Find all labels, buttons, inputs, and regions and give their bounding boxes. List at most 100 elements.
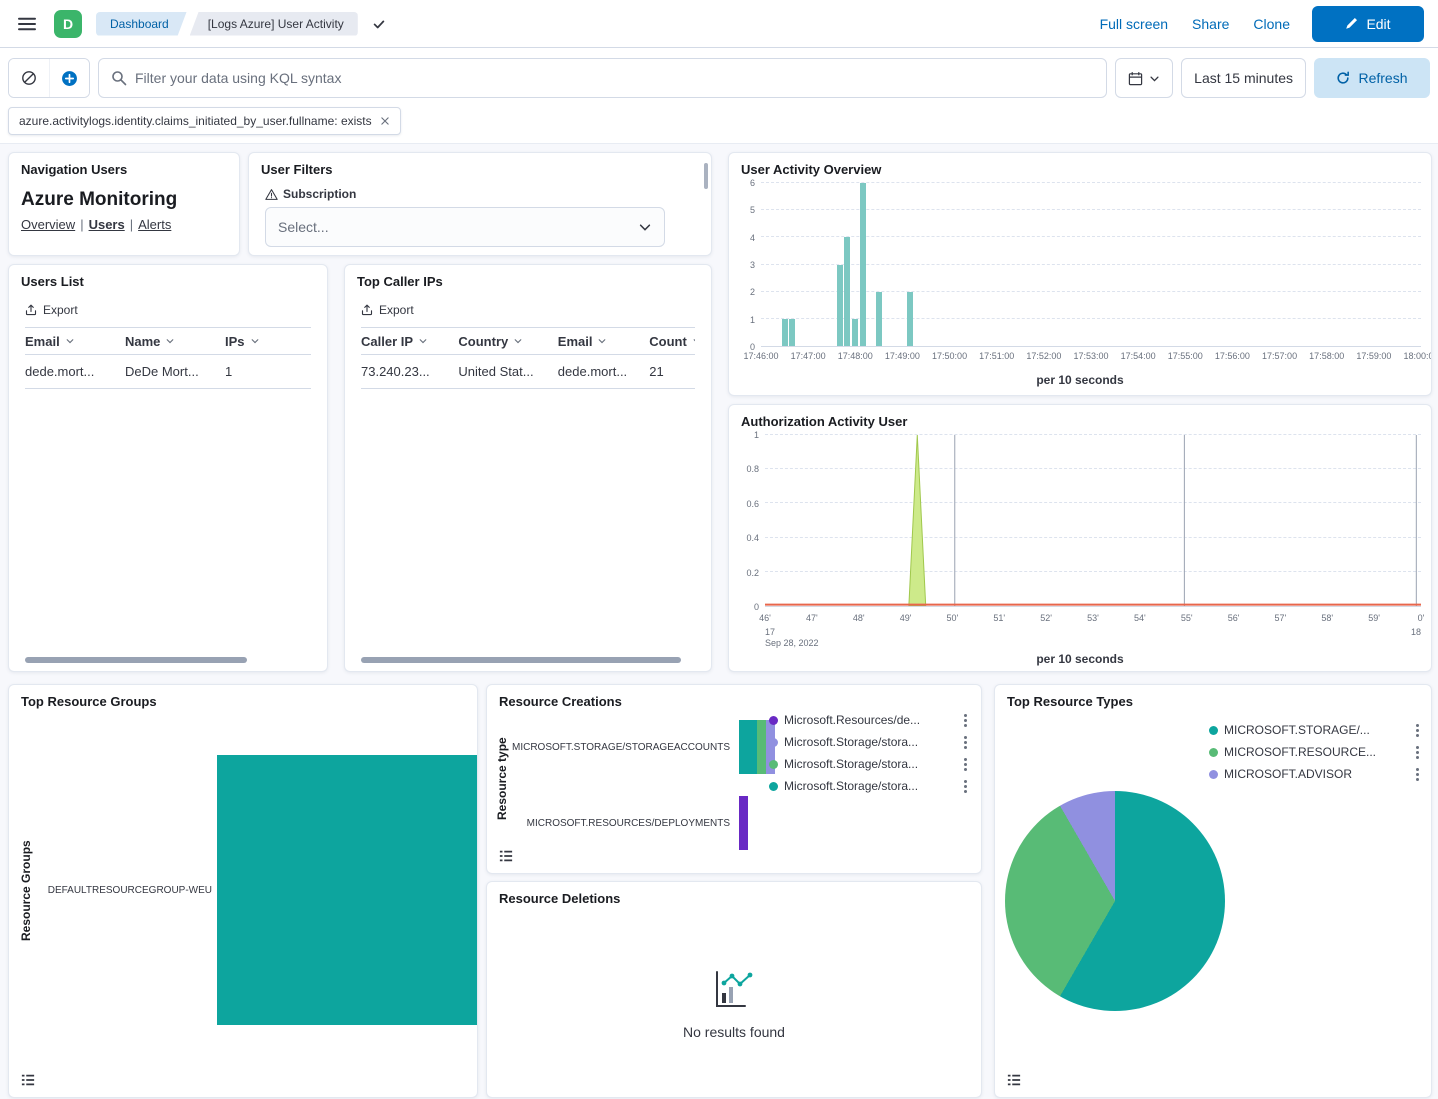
legend-toggle-button[interactable]: [497, 847, 515, 865]
trt-legend: MICROSOFT.STORAGE/...MICROSOFT.RESOURCE.…: [1209, 719, 1419, 785]
legend-options-icon[interactable]: [1416, 724, 1419, 737]
bar-segment[interactable]: [757, 720, 766, 774]
panel-authorization-activity: Authorization Activity User 00.20.40.60.…: [728, 404, 1432, 672]
legend-options-icon[interactable]: [964, 758, 967, 771]
bar-17:48:00[interactable]: [852, 319, 858, 346]
full-screen-link[interactable]: Full screen: [1100, 16, 1168, 32]
filter-pill[interactable]: azure.activitylogs.identity.claims_initi…: [8, 107, 401, 135]
navigation-links: Overview|Users|Alerts: [21, 217, 227, 232]
legend-options-icon[interactable]: [964, 780, 967, 793]
saved-check-icon: [372, 17, 386, 31]
x-axis-tick: 52': [1040, 613, 1052, 623]
bar-segment[interactable]: [739, 796, 748, 850]
bar-segment[interactable]: [739, 720, 757, 774]
y-axis-label: Resource Groups: [19, 725, 33, 1057]
area-spike[interactable]: [909, 435, 926, 606]
column-header-caller-ip[interactable]: Caller IP: [361, 334, 458, 349]
bar-17:47:50[interactable]: [844, 237, 850, 346]
legend-item[interactable]: MICROSOFT.RESOURCE...: [1209, 741, 1419, 763]
breadcrumb-current-dashboard[interactable]: [Logs Azure] User Activity: [190, 12, 358, 36]
bar-17:48:10[interactable]: [860, 183, 866, 346]
column-header-ips[interactable]: IPs: [225, 334, 311, 349]
close-icon[interactable]: [380, 116, 390, 126]
panel-top-resource-types: Top Resource Types MICROSOFT.STORAGE/...…: [994, 684, 1432, 1098]
x-axis-tick: 55': [1181, 613, 1193, 623]
category-label: DEFAULTRESOURCEGROUP-WEU: [37, 885, 217, 896]
add-filter-button[interactable]: [49, 59, 89, 97]
legend-options-icon[interactable]: [964, 714, 967, 727]
stacked-bar: [739, 796, 748, 850]
column-header-email[interactable]: Email: [558, 334, 649, 349]
share-link[interactable]: Share: [1192, 16, 1229, 32]
breadcrumb-dashboard[interactable]: Dashboard: [96, 12, 187, 36]
x-axis-tick: 47': [806, 613, 818, 623]
legend-toggle-button[interactable]: [1005, 1071, 1023, 1089]
bar-17:46:30[interactable]: [782, 319, 788, 346]
panel-title: Resource Deletions: [487, 882, 981, 906]
empty-state: No results found: [487, 912, 981, 1097]
column-header-country[interactable]: Country: [458, 334, 557, 349]
legend-item[interactable]: Microsoft.Storage/stora...: [769, 731, 967, 753]
export-button[interactable]: Export: [25, 303, 78, 317]
legend-item[interactable]: Microsoft.Resources/de...: [769, 709, 967, 731]
uao-plot[interactable]: [761, 183, 1421, 347]
uao-xaxis: 17:46:0017:47:0017:48:0017:49:0017:50:00…: [761, 351, 1421, 363]
table-row[interactable]: dede.mort...DeDe Mort...1: [25, 355, 311, 389]
bar-17:48:30[interactable]: [876, 292, 882, 346]
legend-item[interactable]: MICROSOFT.STORAGE/...: [1209, 719, 1419, 741]
edit-button[interactable]: Edit: [1312, 6, 1424, 42]
search-icon: [111, 70, 127, 86]
menu-button[interactable]: [14, 11, 40, 37]
table-cell: dede.mort...: [25, 364, 125, 379]
panel-resource-creations: Resource Creations Resource type MICROSO…: [486, 684, 982, 874]
x-axis-tick: 50': [947, 613, 959, 623]
x-axis-tick: 53': [1087, 613, 1099, 623]
auth-plot[interactable]: [765, 435, 1421, 607]
export-button[interactable]: Export: [361, 303, 414, 317]
bar-17:46:40[interactable]: [789, 319, 795, 346]
nav-link-alerts[interactable]: Alerts: [138, 217, 171, 232]
legend-label: Microsoft.Storage/stora...: [784, 735, 950, 749]
horizontal-scrollbar[interactable]: [361, 657, 681, 663]
x-axis-tick: 18:00:00: [1403, 351, 1432, 361]
legend-color-dot: [1209, 748, 1218, 757]
filters-menu-button[interactable]: [9, 59, 49, 97]
column-header-count[interactable]: Count: [649, 334, 695, 349]
field-label-text: Subscription: [283, 187, 356, 201]
legend-item[interactable]: Microsoft.Storage/stora...: [769, 753, 967, 775]
sort-chevron-icon: [250, 336, 260, 346]
bar-17:47:40[interactable]: [837, 265, 843, 347]
bar-defaultresourcegroup-weu[interactable]: [217, 755, 477, 1025]
date-picker-button[interactable]: [1115, 58, 1173, 98]
kql-input[interactable]: [135, 70, 1094, 86]
nav-link-users[interactable]: Users: [89, 217, 125, 232]
legend-options-icon[interactable]: [1416, 746, 1419, 759]
user-activity-chart: 0123456: [739, 183, 1421, 347]
pencil-icon: [1345, 17, 1358, 30]
edit-button-label: Edit: [1366, 16, 1390, 32]
legend-options-icon[interactable]: [1416, 768, 1419, 781]
time-range-button[interactable]: Last 15 minutes: [1181, 58, 1306, 98]
column-header-email[interactable]: Email: [25, 334, 125, 349]
legend-options-icon[interactable]: [964, 736, 967, 749]
clone-link[interactable]: Clone: [1253, 16, 1290, 32]
legend-item[interactable]: MICROSOFT.ADVISOR: [1209, 763, 1419, 785]
refresh-button[interactable]: Refresh: [1314, 58, 1430, 98]
pie-chart[interactable]: [1005, 791, 1225, 1011]
category-row: DEFAULTRESOURCEGROUP-WEU: [37, 717, 477, 1063]
vertical-scrollbar[interactable]: [704, 163, 708, 189]
x-axis-tick: 54': [1134, 613, 1146, 623]
column-header-name[interactable]: Name: [125, 334, 225, 349]
nav-link-overview[interactable]: Overview: [21, 217, 75, 232]
empty-message: No results found: [683, 1024, 785, 1040]
horizontal-scrollbar[interactable]: [25, 657, 247, 663]
legend-item[interactable]: Microsoft.Storage/stora...: [769, 775, 967, 797]
table-cell: dede.mort...: [558, 364, 649, 379]
bar-17:49:10[interactable]: [907, 292, 913, 346]
space-avatar[interactable]: D: [54, 10, 82, 38]
panel-title: User Filters: [249, 153, 711, 177]
y-axis-tick: 0.8: [746, 464, 759, 474]
table-row[interactable]: 73.240.23...United Stat...dede.mort...21: [361, 355, 695, 389]
legend-toggle-button[interactable]: [19, 1071, 37, 1089]
subscription-select[interactable]: Select...: [265, 207, 665, 247]
